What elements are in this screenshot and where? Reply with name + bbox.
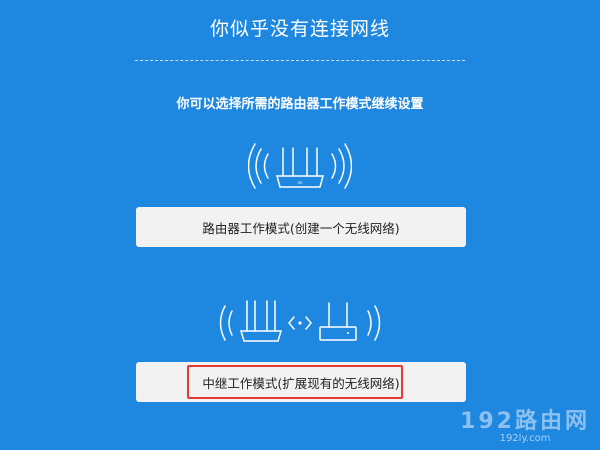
page-subtitle: 你可以选择所需的路由器工作模式继续设置	[176, 97, 424, 112]
watermark: 192路由网 192ly.com	[460, 403, 590, 444]
wifi-router-icon: mi	[248, 143, 352, 189]
router-mode-button[interactable]: 路由器工作模式(创建一个无线网络)	[136, 207, 466, 247]
relay-mode-illustration	[216, 295, 384, 347]
watermark-main: 192路由网	[460, 409, 590, 434]
router-mode-illustration: mi	[248, 140, 352, 192]
highlight-box	[187, 365, 403, 399]
router-mode-label: 路由器工作模式(创建一个无线网络)	[202, 220, 400, 236]
page-title: 你似乎没有连接网线	[209, 18, 390, 40]
dashed-divider	[135, 60, 465, 61]
router-badge: mi	[297, 180, 302, 185]
relay-routers-icon	[219, 300, 381, 342]
